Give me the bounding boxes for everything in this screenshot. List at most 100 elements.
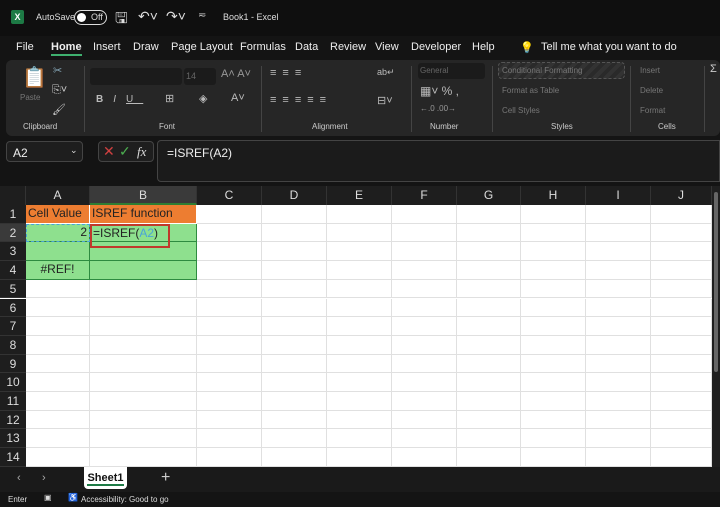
autosum-icon[interactable]: Σ	[710, 63, 717, 75]
cell-J9[interactable]	[651, 354, 712, 374]
cell-D8[interactable]	[262, 335, 327, 355]
row-header-3[interactable]: 3	[0, 242, 26, 262]
column-header-E[interactable]: E	[327, 186, 392, 205]
cell-F5[interactable]	[392, 279, 457, 299]
currency-percent-comma-icons[interactable]: ▦˅ % ,	[420, 84, 459, 98]
cell-B14[interactable]	[90, 448, 197, 467]
cell-H14[interactable]	[521, 448, 586, 467]
row-header-5[interactable]: 5	[0, 279, 26, 299]
cell-G4[interactable]	[457, 261, 521, 280]
cell-C2[interactable]	[197, 223, 262, 243]
cell-H13[interactable]	[521, 429, 586, 449]
cell-B4[interactable]	[90, 261, 197, 280]
tab-review[interactable]: Review	[330, 41, 366, 53]
cell-J1[interactable]	[651, 205, 712, 224]
insert-cells-button[interactable]: Insert	[640, 66, 660, 75]
tab-home[interactable]: Home	[51, 41, 82, 56]
cell-G8[interactable]	[457, 335, 521, 355]
cell-B12[interactable]	[90, 410, 197, 430]
cell-D9[interactable]	[262, 354, 327, 374]
cell-F14[interactable]	[392, 448, 457, 467]
cell-J7[interactable]	[651, 317, 712, 336]
cell-C9[interactable]	[197, 354, 262, 374]
redo-icon[interactable]: ↷˅	[166, 8, 186, 25]
cell-A8[interactable]	[26, 335, 90, 355]
cell-D2[interactable]	[262, 223, 327, 243]
cell-H11[interactable]	[521, 392, 586, 411]
tab-draw[interactable]: Draw	[133, 41, 159, 53]
cell-I8[interactable]	[586, 335, 651, 355]
customize-qat-icon[interactable]: ≂	[198, 10, 206, 21]
cell-B6[interactable]	[90, 298, 197, 318]
tab-data[interactable]: Data	[295, 41, 318, 53]
select-all-corner[interactable]	[0, 186, 26, 205]
row-header-10[interactable]: 10	[0, 373, 26, 392]
column-header-I[interactable]: I	[586, 186, 651, 205]
cell-F3[interactable]	[392, 242, 457, 262]
row-header-2[interactable]: 2	[0, 223, 26, 243]
accessibility-status[interactable]: Accessibility: Good to go	[81, 495, 169, 504]
cell-F6[interactable]	[392, 298, 457, 318]
cell-C3[interactable]	[197, 242, 262, 262]
cell-D7[interactable]	[262, 317, 327, 336]
column-header-G[interactable]: G	[457, 186, 521, 205]
paste-icon[interactable]: 📋	[22, 65, 47, 90]
cell-E14[interactable]	[327, 448, 392, 467]
cell-E2[interactable]	[327, 223, 392, 243]
conditional-formatting-button[interactable]: Conditional Formatting	[502, 66, 582, 75]
cell-B5[interactable]	[90, 279, 197, 299]
cell-C12[interactable]	[197, 410, 262, 430]
cell-styles-button[interactable]: Cell Styles	[502, 106, 540, 115]
tab-developer[interactable]: Developer	[411, 41, 461, 53]
cell-B9[interactable]	[90, 354, 197, 374]
column-header-J[interactable]: J	[651, 186, 712, 205]
cell-F12[interactable]	[392, 410, 457, 430]
cell-G11[interactable]	[457, 392, 521, 411]
cell-I2[interactable]	[586, 223, 651, 243]
borders-icon[interactable]: ⊞	[165, 92, 174, 105]
cell-A5[interactable]	[26, 279, 90, 299]
autosave-toggle[interactable]: Off	[74, 10, 107, 25]
cell-I9[interactable]	[586, 354, 651, 374]
cell-E3[interactable]	[327, 242, 392, 262]
tab-view[interactable]: View	[375, 41, 399, 53]
cell-J5[interactable]	[651, 279, 712, 299]
cell-C11[interactable]	[197, 392, 262, 411]
spreadsheet-grid[interactable]: A B C D E F G H I J 1 Cell Value ISREF function 2 2 =IS…	[0, 186, 712, 467]
row-header-14[interactable]: 14	[0, 448, 26, 467]
cell-D14[interactable]	[262, 448, 327, 467]
cell-A6[interactable]	[26, 298, 90, 318]
cell-F2[interactable]	[392, 223, 457, 243]
column-header-A[interactable]: A	[26, 186, 90, 205]
cell-E6[interactable]	[327, 298, 392, 318]
cell-I13[interactable]	[586, 429, 651, 449]
scroll-left-icon[interactable]: ‹	[17, 472, 21, 484]
undo-icon[interactable]: ↶˅	[138, 8, 158, 25]
fill-color-icon[interactable]: ◈	[199, 92, 207, 105]
cell-I14[interactable]	[586, 448, 651, 467]
tab-page-layout[interactable]: Page Layout	[171, 41, 233, 53]
decimal-icons[interactable]: ←.0 .00→	[420, 104, 456, 113]
cell-F4[interactable]	[392, 261, 457, 280]
cell-A13[interactable]	[26, 429, 90, 449]
cell-A7[interactable]	[26, 317, 90, 336]
cell-G12[interactable]	[457, 410, 521, 430]
cell-F11[interactable]	[392, 392, 457, 411]
cell-D6[interactable]	[262, 298, 327, 318]
cell-E12[interactable]	[327, 410, 392, 430]
cell-J4[interactable]	[651, 261, 712, 280]
cell-B2[interactable]: =ISREF(A2)	[90, 223, 197, 249]
cell-A9[interactable]	[26, 354, 90, 374]
formula-input[interactable]: =ISREF(A2)	[157, 140, 720, 182]
format-cells-button[interactable]: Format	[640, 106, 665, 115]
cell-E5[interactable]	[327, 279, 392, 299]
row-header-6[interactable]: 6	[0, 298, 26, 318]
cell-A14[interactable]	[26, 448, 90, 467]
cell-I5[interactable]	[586, 279, 651, 299]
merge-center-icon[interactable]: ⊟˅	[377, 94, 393, 107]
row-header-8[interactable]: 8	[0, 335, 26, 355]
horizontal-align-icons[interactable]: ≡≡≡≡≡	[270, 94, 332, 106]
cell-D13[interactable]	[262, 429, 327, 449]
column-header-D[interactable]: D	[262, 186, 327, 205]
cell-I1[interactable]	[586, 205, 651, 224]
